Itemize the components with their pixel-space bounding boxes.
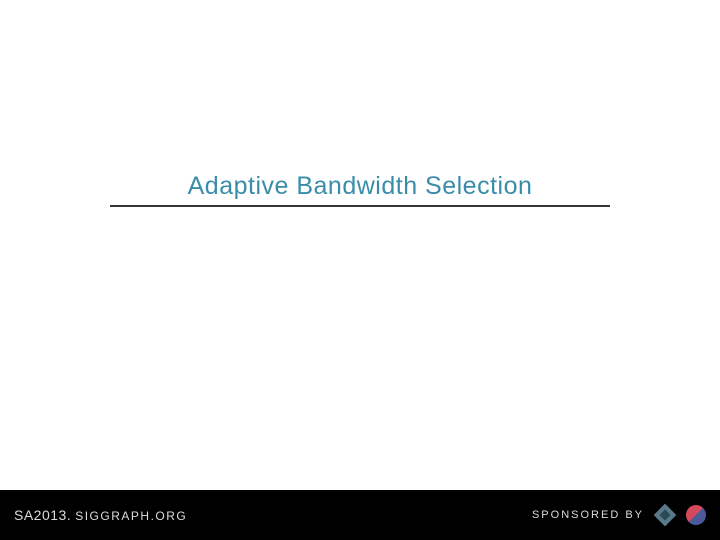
sponsor-diamond-icon bbox=[654, 504, 676, 526]
sponsored-by-label: SPONSORED BY bbox=[532, 509, 644, 521]
slide-body: Adaptive Bandwidth Selection bbox=[0, 0, 720, 490]
footer-left: SA2013. SIGGRAPH.ORG bbox=[14, 507, 187, 523]
conference-short-label: SA2013. bbox=[14, 507, 71, 523]
footer-bar: SA2013. SIGGRAPH.ORG SPONSORED BY bbox=[0, 490, 720, 540]
title-wrapper: Adaptive Bandwidth Selection bbox=[110, 172, 610, 207]
conference-org-label: SIGGRAPH.ORG bbox=[75, 509, 187, 523]
sponsor-circle-icon bbox=[686, 505, 706, 525]
footer-right: SPONSORED BY bbox=[532, 504, 706, 526]
slide-title: Adaptive Bandwidth Selection bbox=[110, 172, 610, 201]
